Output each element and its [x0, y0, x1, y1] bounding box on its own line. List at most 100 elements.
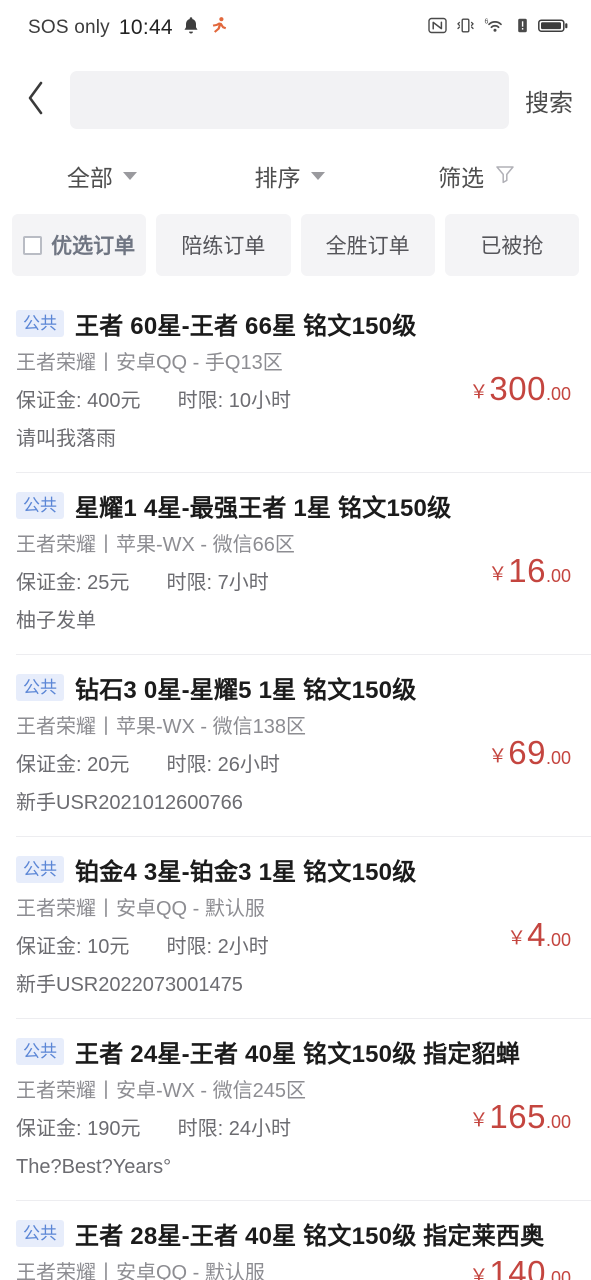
- price-cents: .00: [545, 1112, 571, 1132]
- order-meta: 保证金: 25元 时限: 7小时: [16, 564, 478, 602]
- order-list-item[interactable]: 公共 王者 60星-王者 66星 铭文150级 王者荣耀丨安卓QQ - 手Q13…: [0, 290, 591, 472]
- price-amount: 140: [489, 1254, 546, 1280]
- order-publisher: 请叫我落雨: [16, 428, 116, 450]
- currency-symbol: ￥: [469, 1110, 489, 1131]
- status-bar-left: SOS only 10:44: [28, 16, 228, 41]
- carrier-label: SOS only: [28, 17, 110, 38]
- price-amount: 16: [508, 552, 546, 589]
- order-title: 王者 28星-王者 40星 铭文150级 指定莱西奥: [75, 1223, 545, 1250]
- order-list-item[interactable]: 公共 星耀1 4星-最强王者 1星 铭文150级 王者荣耀丨苹果-WX - 微信…: [0, 472, 591, 654]
- order-body: 王者荣耀丨安卓QQ - 默认服 ￥140.00: [16, 1254, 571, 1280]
- order-meta: 保证金: 20元 时限: 26小时: [16, 746, 478, 784]
- chevron-down-icon: [122, 172, 137, 180]
- nfc-icon: [428, 16, 447, 40]
- clock-label: 10:44: [118, 16, 173, 39]
- price-cents: .00: [545, 384, 571, 404]
- status-badge: 公共: [16, 1220, 64, 1247]
- order-publisher: The?Best?Years°: [16, 1156, 172, 1178]
- tab-coach-orders-label: 陪练订单: [181, 235, 266, 258]
- order-publisher: 柚子发单: [16, 610, 96, 632]
- bell-icon: [182, 16, 200, 41]
- order-price: ￥165.00: [459, 1072, 571, 1136]
- order-meta: 保证金: 400元 时限: 10小时: [16, 382, 459, 420]
- order-info: 王者荣耀丨安卓QQ - 手Q13区 保证金: 400元 时限: 10小时 请叫我…: [16, 344, 459, 458]
- order-timelimit: 时限: 7小时: [166, 572, 269, 594]
- order-body: 王者荣耀丨苹果-WX - 微信138区 保证金: 20元 时限: 26小时 新手…: [16, 708, 571, 822]
- order-price: ￥300.00: [459, 344, 571, 408]
- status-bar: SOS only 10:44 6: [0, 0, 591, 56]
- tab-coach-orders[interactable]: 陪练订单: [156, 214, 291, 276]
- filter-all[interactable]: 全部: [8, 159, 196, 193]
- search-input[interactable]: [88, 87, 491, 113]
- tab-preferred-orders-label: 优选订单: [51, 235, 136, 258]
- order-info: 王者荣耀丨安卓-WX - 微信245区 保证金: 190元 时限: 24小时 T…: [16, 1072, 459, 1186]
- order-subtitle: 王者荣耀丨安卓-WX - 微信245区: [16, 1080, 307, 1102]
- order-list-item[interactable]: 公共 王者 28星-王者 40星 铭文150级 指定莱西奥 王者荣耀丨安卓QQ …: [0, 1200, 591, 1280]
- order-list-item[interactable]: 公共 铂金4 3星-铂金3 1星 铭文150级 王者荣耀丨安卓QQ - 默认服 …: [0, 836, 591, 1018]
- price-amount: 300: [489, 370, 546, 407]
- search-header: 搜索: [0, 56, 591, 144]
- currency-symbol: ￥: [488, 746, 508, 767]
- order-timelimit: 时限: 10小时: [177, 390, 291, 412]
- price-amount: 69: [508, 734, 546, 771]
- order-publisher: 新手USR2022073001475: [16, 974, 243, 996]
- search-submit-button[interactable]: 搜索: [523, 83, 573, 118]
- order-deposit: 保证金: 400元: [16, 390, 141, 412]
- order-title: 星耀1 4星-最强王者 1星 铭文150级: [75, 495, 452, 522]
- order-meta: 保证金: 10元 时限: 2小时: [16, 928, 497, 966]
- order-list-item[interactable]: 公共 钻石3 0星-星耀5 1星 铭文150级 王者荣耀丨苹果-WX - 微信1…: [0, 654, 591, 836]
- checkbox-icon[interactable]: [23, 235, 43, 255]
- status-badge: 公共: [16, 310, 64, 337]
- order-publisher: 新手USR2021012600766: [16, 792, 243, 814]
- price-cents: .00: [545, 1268, 571, 1280]
- order-subtitle: 王者荣耀丨安卓QQ - 手Q13区: [16, 352, 283, 374]
- order-title-row: 公共 星耀1 4星-最强王者 1星 铭文150级: [16, 488, 571, 523]
- order-timelimit: 时限: 24小时: [177, 1118, 291, 1140]
- order-body: 王者荣耀丨安卓QQ - 手Q13区 保证金: 400元 时限: 10小时 请叫我…: [16, 344, 571, 458]
- filter-refine-label: 筛选: [438, 165, 485, 191]
- status-badge: 公共: [16, 856, 64, 883]
- order-info: 王者荣耀丨苹果-WX - 微信66区 保证金: 25元 时限: 7小时 柚子发单: [16, 526, 478, 640]
- search-field[interactable]: [70, 71, 509, 129]
- status-bar-right: 6: [428, 16, 569, 40]
- tab-preferred-orders[interactable]: 优选订单: [12, 214, 147, 276]
- back-chevron-icon: [25, 79, 47, 122]
- filter-refine[interactable]: 筛选: [383, 159, 571, 193]
- funnel-icon: [494, 163, 516, 190]
- order-price: ￥69.00: [478, 708, 571, 772]
- order-deposit: 保证金: 25元: [16, 572, 130, 594]
- chevron-down-icon: [310, 172, 325, 180]
- order-type-tabs: 优选订单 陪练订单 全胜订单 已被抢: [0, 208, 591, 290]
- filter-sort-label: 排序: [254, 165, 301, 191]
- order-subtitle: 王者荣耀丨安卓QQ - 默认服: [16, 1262, 265, 1280]
- filter-row: 全部 排序 筛选: [0, 144, 591, 208]
- status-badge: 公共: [16, 674, 64, 701]
- order-info: 王者荣耀丨安卓QQ - 默认服: [16, 1254, 459, 1280]
- tab-allwin-orders[interactable]: 全胜订单: [300, 214, 435, 276]
- battery-icon: [538, 16, 569, 40]
- price-cents: .00: [545, 748, 571, 768]
- order-list-item[interactable]: 公共 王者 24星-王者 40星 铭文150级 指定貂蝉 王者荣耀丨安卓-WX …: [0, 1018, 591, 1200]
- order-title: 铂金4 3星-铂金3 1星 铭文150级: [75, 859, 417, 886]
- filter-all-label: 全部: [66, 165, 113, 191]
- order-list: 公共 王者 60星-王者 66星 铭文150级 王者荣耀丨安卓QQ - 手Q13…: [0, 290, 591, 1280]
- order-subtitle: 王者荣耀丨苹果-WX - 微信138区: [16, 716, 307, 738]
- currency-symbol: ￥: [469, 382, 489, 403]
- order-deposit: 保证金: 20元: [16, 754, 130, 776]
- order-price: ￥16.00: [478, 526, 571, 590]
- price-cents: .00: [545, 566, 571, 586]
- order-info: 王者荣耀丨苹果-WX - 微信138区 保证金: 20元 时限: 26小时 新手…: [16, 708, 478, 822]
- filter-sort[interactable]: 排序: [196, 159, 384, 193]
- status-badge: 公共: [16, 1038, 64, 1065]
- order-price: ￥140.00: [459, 1254, 571, 1280]
- order-deposit: 保证金: 190元: [16, 1118, 141, 1140]
- order-timelimit: 时限: 2小时: [166, 936, 269, 958]
- order-info: 王者荣耀丨安卓QQ - 默认服 保证金: 10元 时限: 2小时 新手USR20…: [16, 890, 497, 1004]
- order-title-row: 公共 王者 60星-王者 66星 铭文150级: [16, 306, 571, 341]
- currency-symbol: ￥: [507, 928, 527, 949]
- order-subtitle: 王者荣耀丨苹果-WX - 微信66区: [16, 534, 295, 556]
- back-button[interactable]: [16, 76, 56, 124]
- status-badge: 公共: [16, 492, 64, 519]
- order-timelimit: 时限: 26小时: [166, 754, 280, 776]
- tab-taken-orders[interactable]: 已被抢: [444, 214, 579, 276]
